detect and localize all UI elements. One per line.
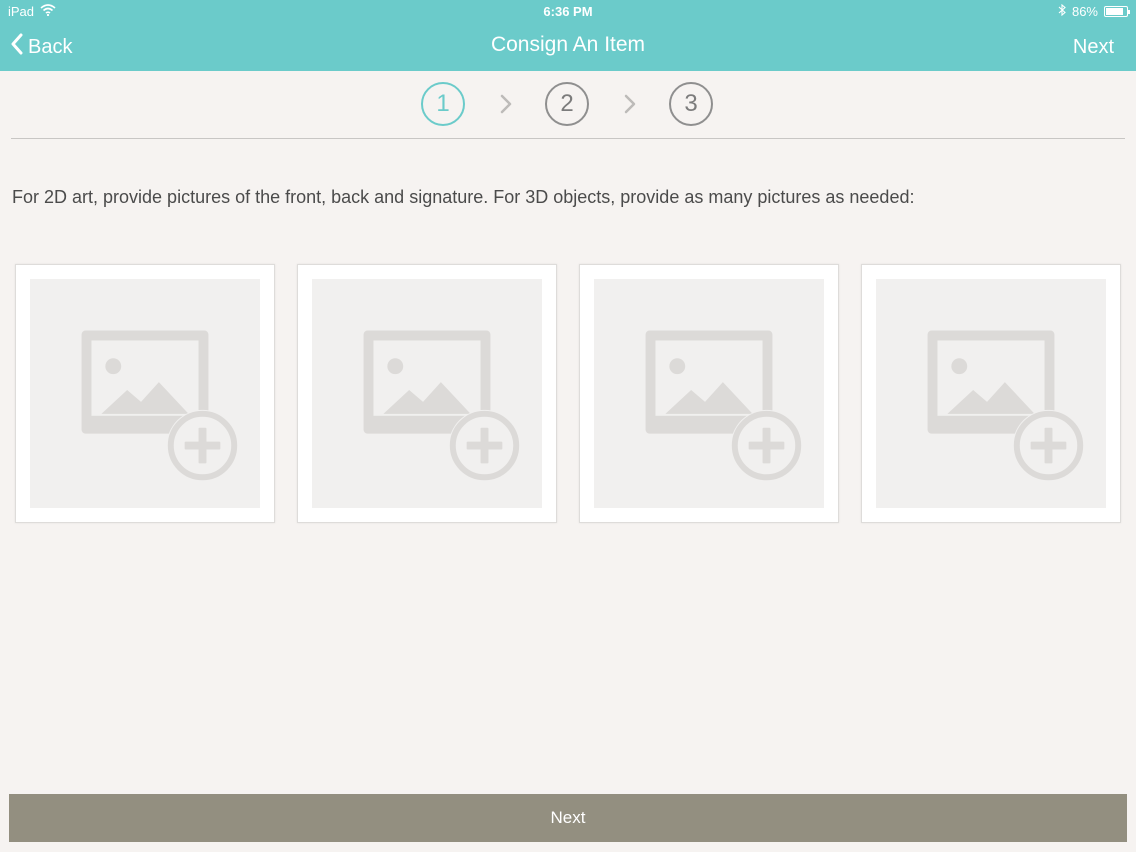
app-screen: iPad 6:36 PM 86% Back Consign An Item Ne…	[0, 0, 1136, 852]
nav-next-button[interactable]: Next	[1073, 36, 1114, 59]
add-photo-icon	[645, 330, 803, 482]
photo-placeholder	[876, 279, 1106, 508]
status-time: 6:36 PM	[543, 4, 593, 19]
chevron-right-icon	[624, 94, 636, 114]
status-right: 86%	[1058, 3, 1130, 19]
chevron-right-icon	[500, 94, 512, 114]
header: iPad 6:36 PM 86% Back Consign An Item Ne…	[0, 0, 1136, 71]
step-2[interactable]: 2	[545, 82, 589, 126]
photo-placeholder	[30, 279, 260, 508]
add-photo-icon	[927, 330, 1085, 482]
stepper: 1 2 3	[0, 82, 1136, 128]
photo-placeholder	[594, 279, 824, 508]
add-photo-icon	[363, 330, 521, 482]
step-1[interactable]: 1	[421, 82, 465, 126]
photo-slot-1[interactable]	[15, 264, 275, 523]
bluetooth-icon	[1058, 3, 1066, 19]
add-photo-icon	[81, 330, 239, 482]
battery-icon	[1104, 6, 1130, 17]
photo-placeholder	[312, 279, 542, 508]
photo-slot-4[interactable]	[861, 264, 1121, 523]
battery-fill	[1106, 8, 1123, 15]
battery-percent: 86%	[1071, 4, 1098, 19]
instructions-text: For 2D art, provide pictures of the fron…	[12, 187, 915, 207]
page-title: Consign An Item	[490, 33, 646, 56]
step-3[interactable]: 3	[669, 82, 713, 126]
photo-slot-3[interactable]	[579, 264, 839, 523]
photo-slot-2[interactable]	[297, 264, 557, 523]
next-button[interactable]: Next	[9, 794, 1127, 842]
divider	[11, 138, 1125, 139]
